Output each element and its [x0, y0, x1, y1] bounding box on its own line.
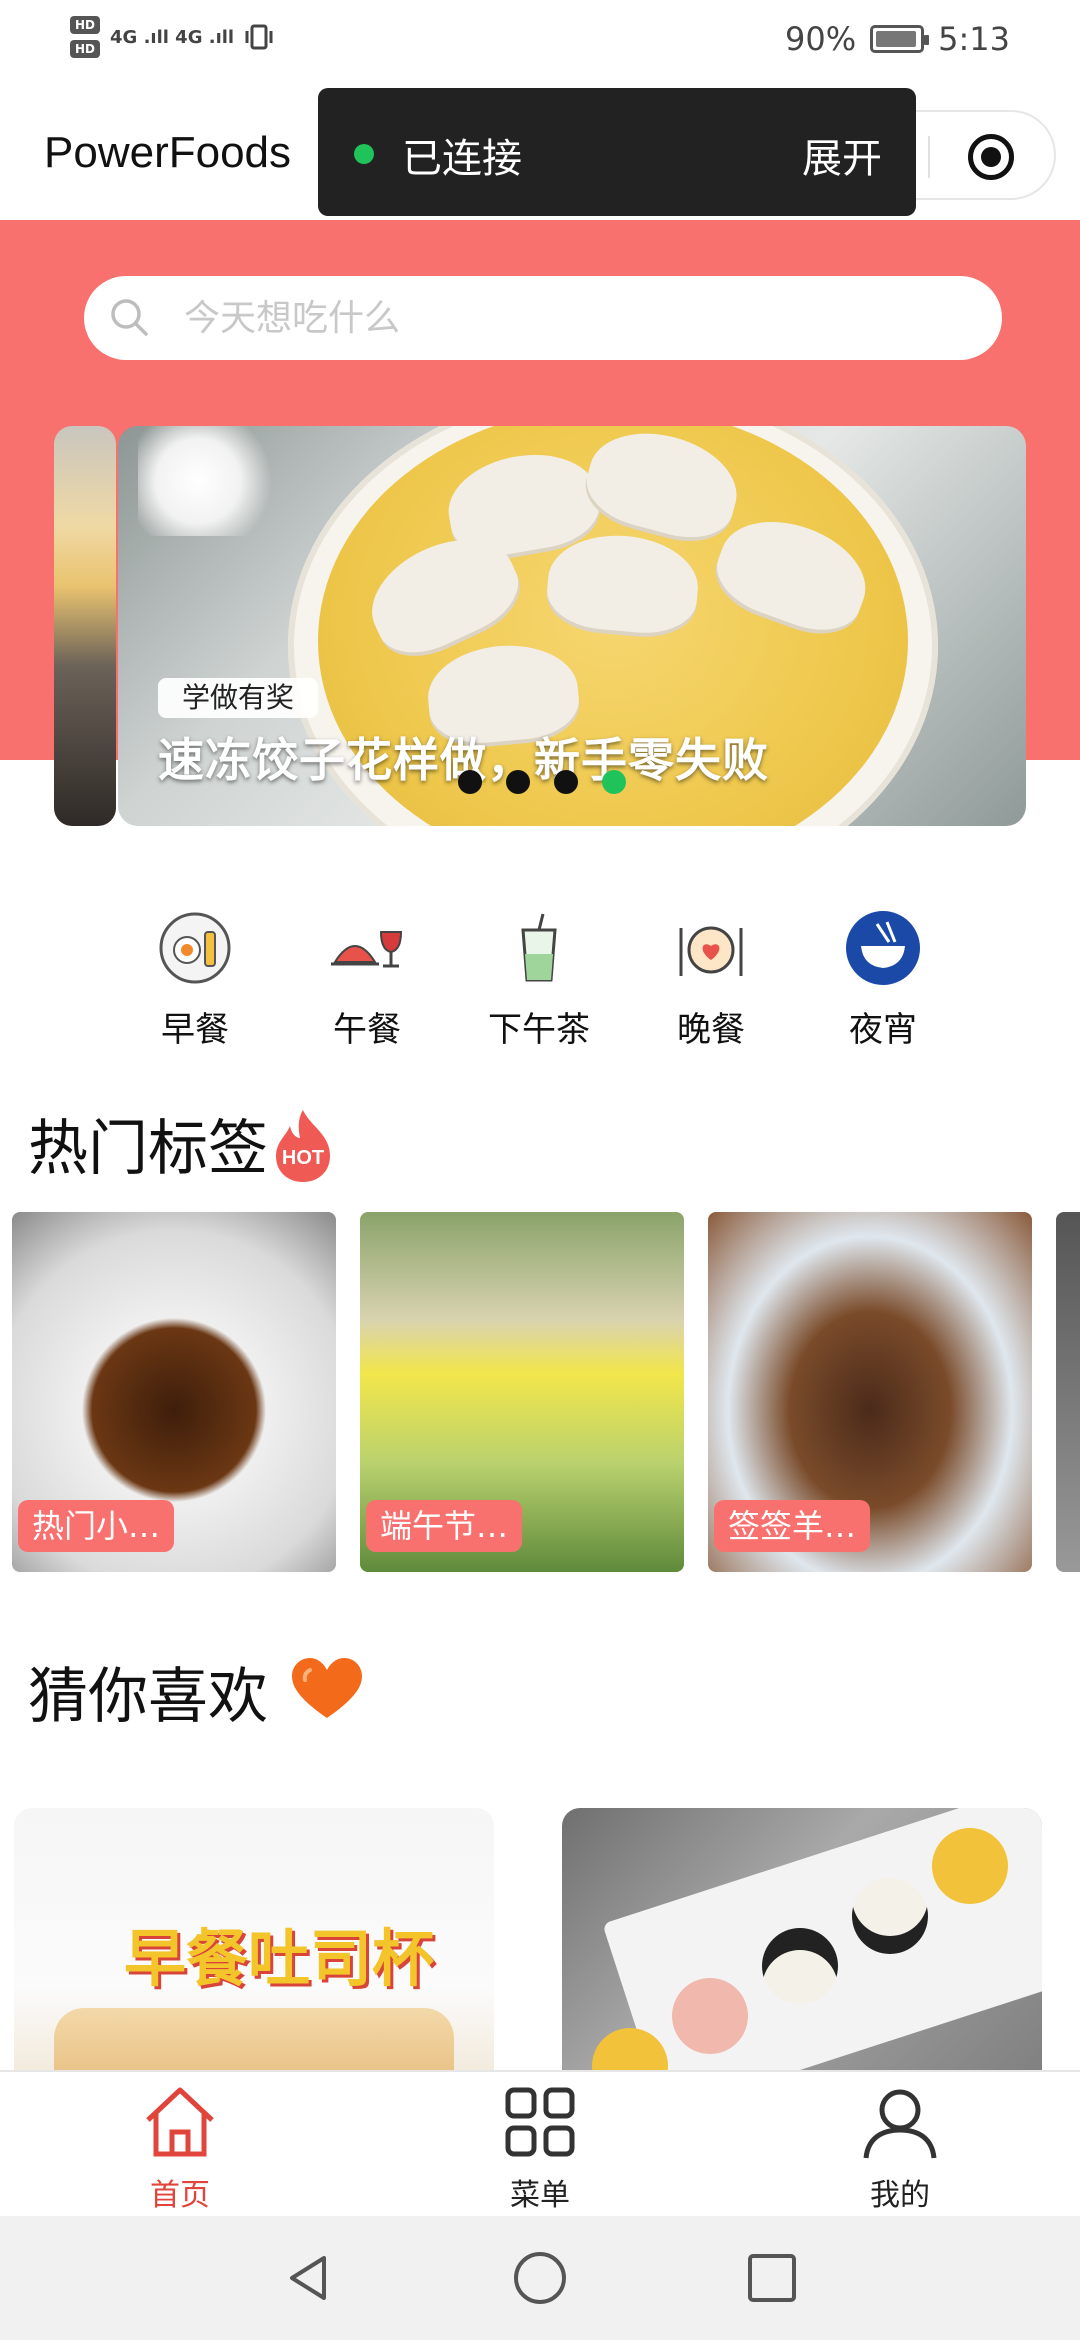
tab-home[interactable]: 首页: [100, 2082, 260, 2214]
hot-tag-label: 端午节…: [366, 1500, 523, 1552]
status-right: 90% 5:13: [785, 20, 1010, 58]
hd-badge: HD: [70, 16, 100, 34]
app-title: PowerFoods: [44, 128, 292, 177]
tab-label: 我的: [870, 2178, 930, 2213]
close-target-icon[interactable]: [968, 134, 1014, 180]
category-label: 晚餐: [677, 1010, 745, 1050]
banner-prev-slide[interactable]: [54, 426, 116, 826]
capsule-divider: [928, 136, 930, 178]
hot-tag-label: 热门小…: [18, 1500, 175, 1552]
category-lunch[interactable]: 午餐: [292, 910, 442, 1051]
connection-status: 已连接: [402, 136, 522, 182]
hd-badge: HD: [70, 40, 100, 58]
connection-banner: 已连接 展开: [318, 88, 916, 216]
afternoon-tea-icon: [521, 913, 557, 982]
breakfast-icon: [159, 912, 231, 984]
tab-label: 菜单: [510, 2178, 570, 2213]
battery-percent: 90%: [785, 20, 857, 58]
vibrate-icon: [245, 24, 273, 50]
tab-label: 首页: [150, 2178, 210, 2213]
recents-icon[interactable]: [744, 2250, 800, 2306]
search-bar[interactable]: [84, 276, 1002, 360]
home-icon: [146, 2087, 214, 2157]
profile-icon: [863, 2089, 937, 2159]
section-title-recommend: 猜你喜欢: [28, 1662, 268, 1732]
dinner-icon: [679, 926, 743, 976]
indicator-dot-active[interactable]: [602, 770, 626, 794]
tab-profile[interactable]: 我的: [820, 2082, 980, 2214]
indicator-dot[interactable]: [554, 770, 578, 794]
category-dinner[interactable]: 晚餐: [636, 910, 786, 1051]
tab-menu[interactable]: 菜单: [460, 2082, 620, 2214]
indicator-dot[interactable]: [506, 770, 530, 794]
banner-carousel[interactable]: 学做有奖 速冻饺子花样做，新手零失败: [118, 426, 1026, 826]
home-circle-icon[interactable]: [512, 2250, 568, 2306]
category-label: 午餐: [333, 1010, 401, 1050]
hot-badge-text: HOT: [282, 1147, 324, 1169]
section-title-hot-tags: 热门标签: [28, 1114, 268, 1184]
category-breakfast[interactable]: 早餐: [120, 910, 270, 1051]
dumpling-ball-image: [672, 1978, 748, 2054]
hd-indicators: HD HD: [70, 16, 100, 58]
banner-tag: 学做有奖: [158, 678, 319, 718]
dumpling-ball-image: [932, 1828, 1008, 1904]
dumpling-ball-image: [762, 1928, 838, 2004]
recommend-card-title: 早餐吐司杯: [124, 1922, 435, 1995]
search-icon: [111, 299, 148, 336]
bottom-tab-bar: 首页 菜单 我的: [0, 2070, 1080, 2216]
back-icon[interactable]: [280, 2250, 336, 2306]
banner-indicator: [458, 770, 626, 794]
category-label: 早餐: [161, 1010, 229, 1050]
category-label: 夜宵: [849, 1010, 917, 1050]
hot-tag-card[interactable]: 签签羊…: [708, 1212, 1032, 1572]
category-late-night-snack[interactable]: 夜宵: [808, 910, 958, 1051]
battery-icon: [870, 25, 930, 53]
dumpling-ball-image: [852, 1878, 928, 1954]
status-left: HD HD 4G .ıll 4G .ıll: [70, 16, 274, 58]
signal-icon: 4G .ıll 4G .ıll: [110, 26, 235, 48]
online-dot-icon: [354, 144, 374, 164]
recommend-card[interactable]: [562, 1808, 1042, 2108]
heart-icon: [292, 1658, 362, 1718]
indicator-dot[interactable]: [458, 770, 482, 794]
late-night-snack-icon: [846, 911, 920, 985]
clock: 5:13: [938, 20, 1010, 58]
hot-tag-card-partial[interactable]: [1056, 1212, 1080, 1572]
hot-tag-label: 签签羊…: [714, 1500, 871, 1552]
system-navigation-bar: [0, 2216, 1080, 2340]
menu-grid-icon: [505, 2087, 575, 2157]
meal-categories: 早餐 午餐 下午茶 晚餐 夜宵: [0, 910, 1080, 1050]
expand-button[interactable]: 展开: [802, 126, 882, 184]
recommend-card[interactable]: 早餐吐司杯: [14, 1808, 494, 2108]
lunch-icon: [331, 931, 403, 968]
hot-tag-card[interactable]: 热门小…: [12, 1212, 336, 1572]
category-label: 下午茶: [488, 1010, 590, 1050]
hot-flame-icon: HOT: [276, 1110, 330, 1182]
hot-tag-card[interactable]: 端午节…: [360, 1212, 684, 1572]
search-input[interactable]: [184, 292, 964, 344]
status-bar: HD HD 4G .ıll 4G .ıll 90% 5:13: [0, 0, 1080, 92]
banner-flower-image: [138, 426, 288, 536]
category-afternoon-tea[interactable]: 下午茶: [464, 910, 614, 1051]
